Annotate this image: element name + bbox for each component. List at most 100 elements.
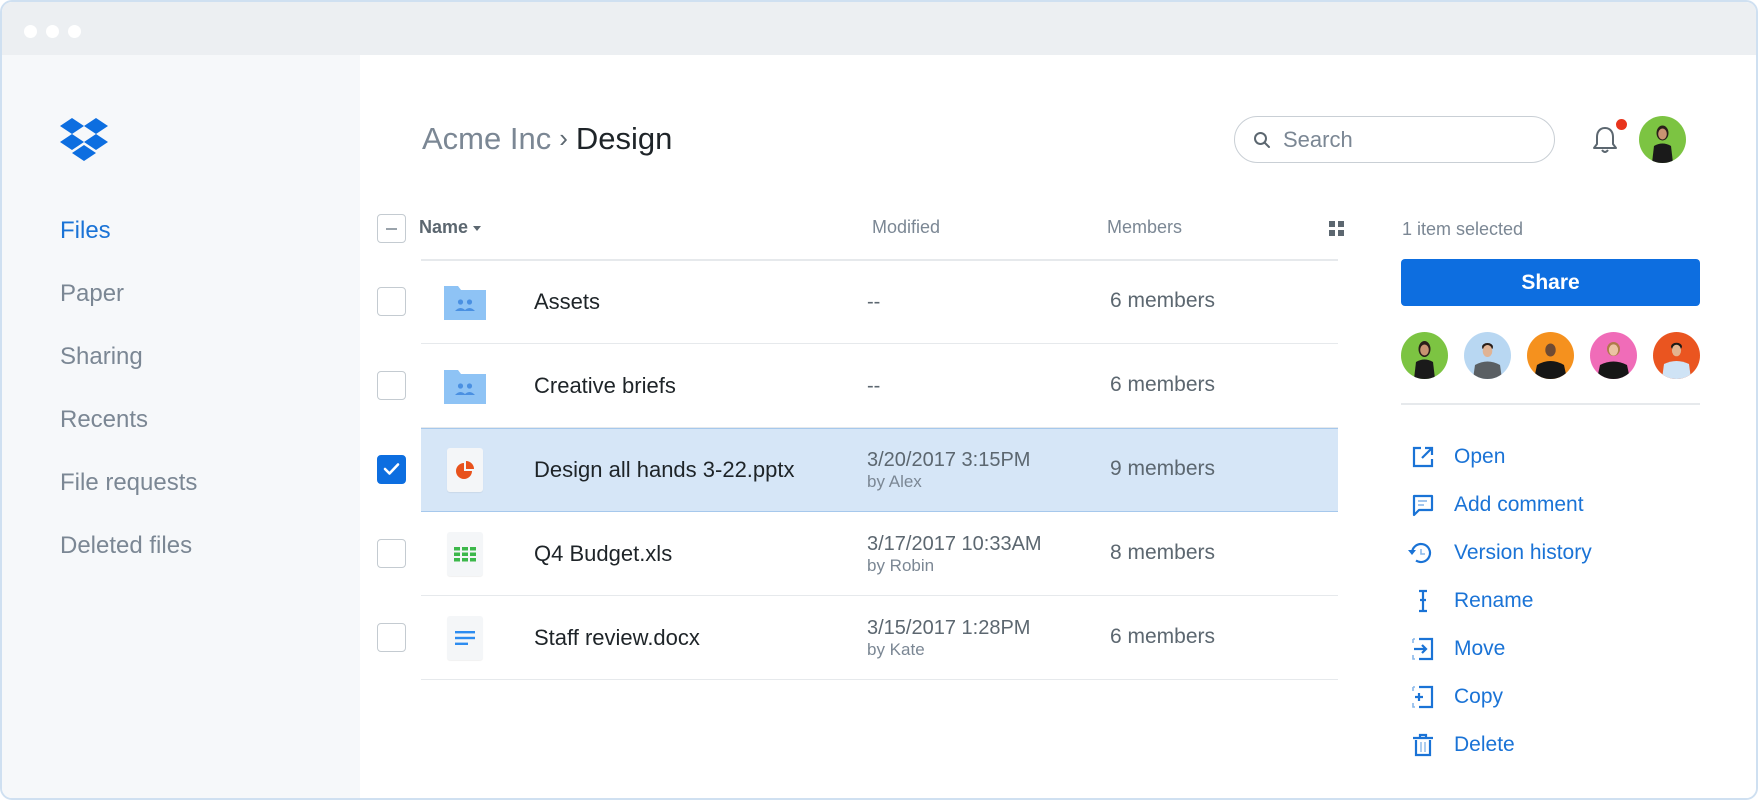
dropbox-logo-icon[interactable] [60, 117, 108, 161]
row-divider [421, 678, 1338, 680]
file-modified: -- [867, 291, 881, 313]
row-checkbox[interactable] [377, 623, 406, 652]
action-move[interactable]: Move [1401, 629, 1700, 669]
sidebar-item-recents[interactable]: Recents [60, 399, 197, 462]
table-row[interactable]: Staff review.docx 3/15/2017 1:28PM by Kat… [377, 596, 1338, 680]
search-icon [1254, 131, 1270, 148]
sidebar-item-file-requests[interactable]: File requests [60, 462, 197, 525]
window-dot-maximize[interactable] [68, 25, 81, 38]
table-row[interactable]: Assets -- 6 members [377, 260, 1338, 344]
table-row-selected[interactable]: Design all hands 3-22.pptx 3/20/2017 3:1… [377, 428, 1338, 512]
pie-chart-icon [456, 461, 474, 479]
share-button[interactable]: Share [1401, 259, 1700, 306]
search-input[interactable] [1283, 126, 1533, 153]
file-members[interactable]: 8 members [1110, 541, 1215, 565]
sort-caret-icon [473, 225, 482, 231]
move-icon [1412, 637, 1434, 661]
sidebar-item-deleted-files[interactable]: Deleted files [60, 525, 197, 588]
sidebar: Files Paper Sharing Recents File request… [2, 55, 360, 798]
action-copy[interactable]: Copy [1401, 677, 1700, 717]
table-row[interactable]: Creative briefs -- 6 members [377, 344, 1338, 428]
file-name[interactable]: Assets [534, 289, 600, 315]
sidebar-item-sharing[interactable]: Sharing [60, 336, 197, 399]
member-avatar-image [1527, 332, 1574, 379]
window-dot-minimize[interactable] [46, 25, 59, 38]
sidebar-item-files[interactable]: Files [60, 210, 197, 273]
comment-icon [1412, 494, 1434, 517]
search-box[interactable] [1234, 116, 1555, 163]
file-name[interactable]: Staff review.docx [534, 625, 700, 651]
user-avatar[interactable] [1639, 116, 1686, 163]
grid-view-icon[interactable] [1329, 221, 1344, 236]
panel-divider [1401, 403, 1700, 405]
notification-badge [1616, 119, 1627, 130]
breadcrumb: Acme Inc › Design [422, 117, 672, 162]
docx-file-icon [447, 616, 483, 660]
action-move-label: Move [1454, 637, 1506, 660]
row-checkbox[interactable] [377, 539, 406, 568]
file-modified: 3/20/2017 3:15PM by Alex [867, 448, 1030, 492]
xls-file-icon [447, 532, 483, 576]
member-avatar-image [1653, 332, 1700, 379]
action-rename[interactable]: Rename [1401, 581, 1700, 621]
version-history-icon [1408, 542, 1432, 564]
column-header-members[interactable]: Members [1107, 217, 1182, 238]
member-avatar[interactable] [1653, 332, 1700, 379]
action-version-history[interactable]: Version history [1401, 533, 1700, 573]
pptx-file-icon [447, 448, 483, 492]
action-open-label: Open [1454, 445, 1506, 468]
sidebar-item-paper[interactable]: Paper [60, 273, 197, 336]
modified-by: by Robin [867, 556, 935, 575]
action-rename-label: Rename [1454, 589, 1534, 612]
action-add-comment[interactable]: Add comment [1401, 485, 1700, 525]
action-copy-label: Copy [1454, 685, 1504, 708]
selection-count: 1 item selected [1402, 219, 1524, 239]
table-header: Name Modified Members [377, 209, 1344, 260]
action-open[interactable]: Open [1401, 437, 1700, 477]
file-modified: 3/17/2017 10:33AM by Robin [867, 532, 1042, 576]
rename-cursor-icon [1419, 589, 1427, 613]
main-content: Acme Inc›Design Name Mod [360, 55, 1756, 798]
checkmark-icon [383, 463, 400, 475]
row-checkbox-checked[interactable] [377, 455, 406, 484]
file-members[interactable]: 6 members [1110, 373, 1215, 397]
breadcrumb-parent[interactable]: Acme Inc [422, 121, 551, 156]
document-lines-icon [455, 631, 475, 645]
app-window: Files Paper Sharing Recents File request… [0, 0, 1758, 800]
member-avatars [1401, 332, 1700, 379]
member-avatar[interactable] [1464, 332, 1511, 379]
column-header-name[interactable]: Name [419, 217, 482, 238]
file-members[interactable]: 6 members [1110, 289, 1215, 313]
column-header-name-label: Name [419, 217, 469, 237]
open-external-icon [1412, 446, 1434, 468]
trash-icon [1413, 733, 1433, 757]
file-name[interactable]: Creative briefs [534, 373, 676, 399]
modified-date: 3/15/2017 1:28PM [867, 617, 1031, 639]
file-name[interactable]: Design all hands 3-22.pptx [534, 457, 795, 483]
user-avatar-image [1639, 116, 1686, 163]
action-version-history-label: Version history [1454, 541, 1592, 564]
action-delete[interactable]: Delete [1401, 725, 1700, 765]
copy-icon [1412, 685, 1434, 709]
file-modified: -- [867, 375, 881, 397]
action-add-comment-label: Add comment [1454, 493, 1584, 516]
shared-folder-icon [444, 370, 486, 404]
file-members[interactable]: 6 members [1110, 625, 1215, 649]
window-dot-close[interactable] [24, 25, 37, 38]
member-avatar[interactable] [1527, 332, 1574, 379]
modified-by: by Kate [867, 640, 925, 659]
title-bar [2, 2, 1756, 55]
row-checkbox[interactable] [377, 287, 406, 316]
member-avatar[interactable] [1401, 332, 1448, 379]
spreadsheet-icon [454, 547, 476, 562]
member-avatar[interactable] [1590, 332, 1637, 379]
file-name[interactable]: Q4 Budget.xls [534, 541, 672, 567]
file-members[interactable]: 9 members [1110, 457, 1215, 481]
action-delete-label: Delete [1454, 733, 1515, 756]
select-all-checkbox[interactable] [377, 214, 406, 243]
shared-folder-icon [444, 286, 486, 320]
row-checkbox[interactable] [377, 371, 406, 400]
table-row[interactable]: Q4 Budget.xls 3/17/2017 10:33AM by Robin … [377, 512, 1338, 596]
column-header-modified[interactable]: Modified [872, 217, 940, 238]
member-avatar-image [1590, 332, 1637, 379]
